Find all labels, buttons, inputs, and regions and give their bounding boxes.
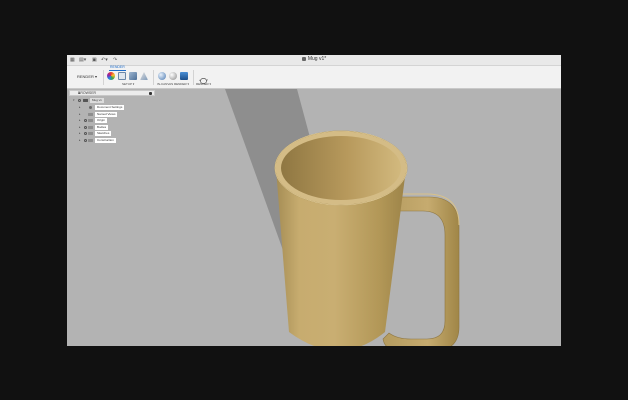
folder-icon xyxy=(88,138,93,142)
cube-icon xyxy=(301,56,306,61)
expand-arrow-icon[interactable]: ▸ xyxy=(79,131,81,136)
tab-render[interactable]: RENDER xyxy=(109,65,126,71)
expand-arrow-icon[interactable]: ▸ xyxy=(79,118,81,123)
workspace-switcher[interactable]: RENDER ▾ xyxy=(75,72,99,81)
expand-arrow-icon[interactable]: ▸ xyxy=(79,138,81,143)
browser-title: BROWSER xyxy=(78,91,97,95)
setup-group-label[interactable]: SETUP ▾ xyxy=(122,82,134,86)
toolbar-divider xyxy=(103,70,104,85)
teapot-render-icon[interactable] xyxy=(199,72,208,84)
title-bar: ▦ ▤▾ ▣ ↶▾ ↷ Mug v1* xyxy=(67,55,561,66)
capture-image-icon[interactable] xyxy=(180,72,188,80)
pin-icon[interactable] xyxy=(149,92,152,95)
document-title-text: Mug v1* xyxy=(307,56,327,62)
decal-icon[interactable] xyxy=(140,72,148,80)
browser-panel: ◂ BROWSER ▾ Mug v1 ▸ Document Settings ▸… xyxy=(69,90,155,148)
eye-icon[interactable] xyxy=(84,125,87,129)
in-canvas-render-icon[interactable] xyxy=(158,72,166,80)
toolbar-divider xyxy=(153,70,154,85)
tree-root-label[interactable]: Mug v1 xyxy=(90,98,104,103)
tree-item-label[interactable]: Document Settings xyxy=(95,105,125,110)
expand-arrow-icon[interactable]: ▸ xyxy=(79,125,81,130)
tree-item-label[interactable]: Construction xyxy=(95,137,116,143)
render-settings-icon[interactable] xyxy=(169,72,177,80)
folder-icon xyxy=(88,132,93,135)
folder-icon xyxy=(88,125,93,129)
eye-icon[interactable] xyxy=(84,119,87,122)
expand-arrow-icon[interactable]: ▸ xyxy=(79,105,81,110)
expand-arrow-icon[interactable]: ▾ xyxy=(73,98,75,103)
eye-icon[interactable] xyxy=(84,132,87,135)
texture-map-icon[interactable] xyxy=(129,72,137,80)
tree-item-label[interactable]: Bodies xyxy=(95,124,109,130)
folder-icon xyxy=(88,112,93,116)
folder-icon xyxy=(88,119,93,122)
expand-arrow-icon[interactable]: ▸ xyxy=(79,112,81,117)
eye-icon[interactable] xyxy=(78,99,81,102)
tree-item-label[interactable]: Sketches xyxy=(95,131,112,136)
in-canvas-render-group-label[interactable]: IN-CANVAS RENDER ▾ xyxy=(157,82,189,86)
eye-icon[interactable] xyxy=(84,138,87,142)
tree-item-label[interactable]: Origin xyxy=(95,118,108,123)
scene-settings-icon[interactable] xyxy=(107,72,115,80)
render-group-label[interactable]: RENDER ▾ xyxy=(196,82,211,86)
component-icon xyxy=(83,99,88,102)
toolbar-divider xyxy=(193,70,194,85)
browser-header[interactable]: ◂ BROWSER xyxy=(69,90,155,96)
document-title: Mug v1* xyxy=(67,56,561,63)
appearance-icon[interactable] xyxy=(118,72,126,80)
toolbar: RENDER ▾ RENDER SETUP ▾ IN-CANVAS RENDER… xyxy=(67,65,561,89)
tree-item-label[interactable]: Named Views xyxy=(95,111,118,117)
app-window: ▦ ▤▾ ▣ ↶▾ ↷ Mug v1* RENDER ▾ RENDER SETU… xyxy=(67,55,561,346)
gear-icon xyxy=(89,106,92,109)
